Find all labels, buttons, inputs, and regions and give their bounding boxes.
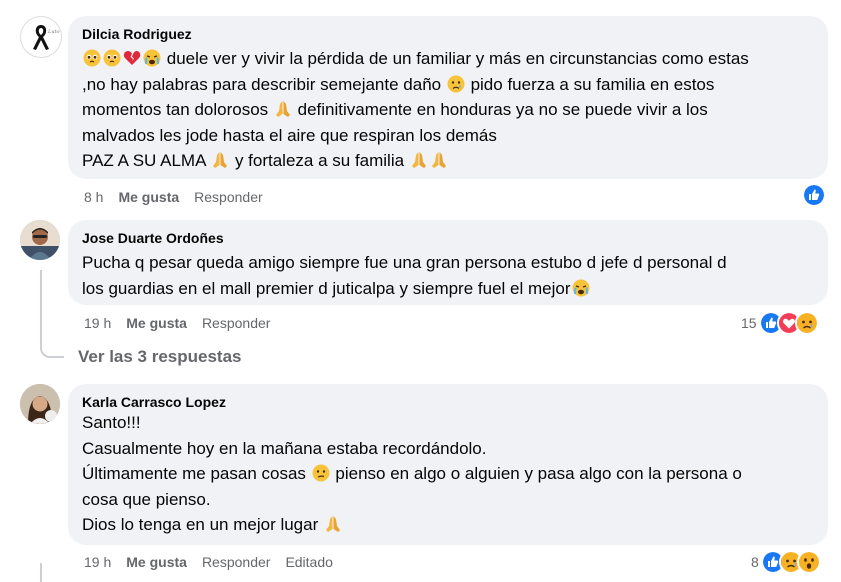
praying-hands-icon — [431, 152, 446, 168]
sad-tear-face-icon — [447, 75, 465, 92]
comment-timestamp[interactable]: 19 h — [84, 315, 111, 331]
praying-hands-icon — [325, 516, 340, 532]
pleading-face-icon — [83, 49, 101, 67]
comment-author[interactable]: Karla Carrasco Lopez — [82, 393, 814, 411]
comment-timestamp[interactable]: 8 h — [84, 189, 103, 205]
comment-actions: 19 h Me gusta Responder — [84, 313, 285, 333]
like-button[interactable]: Me gusta — [126, 315, 187, 331]
confused-face-icon — [312, 464, 330, 482]
comment-timestamp[interactable]: 19 h — [84, 554, 111, 570]
reply-button[interactable]: Responder — [202, 554, 271, 570]
comment-line: ,no hay palabras para describir semejant… — [82, 74, 442, 94]
svg-text:Luto: Luto — [47, 29, 60, 35]
mourning-ribbon-icon: Luto — [22, 18, 60, 56]
comment-line: cosa que pienso. — [82, 489, 211, 509]
reply-button[interactable]: Responder — [202, 315, 271, 331]
comment-line: pido fuerza a su familia en estos — [470, 74, 715, 94]
comment-line: Últimamente me pasan cosas — [82, 464, 306, 483]
profile-photo-icon — [20, 384, 60, 424]
profile-photo-icon — [20, 220, 60, 260]
view-replies-link[interactable]: Ver las 3 respuestas — [78, 347, 242, 367]
comment-text: Pucha q pesar queda amigo siempre fue un… — [82, 250, 814, 301]
wow-reaction-icon — [796, 550, 821, 574]
comment-text: duele ver y vivir la pérdida de un famil… — [82, 46, 814, 174]
comment-line: PAZ A SU ALMA — [82, 151, 206, 170]
broken-heart-icon — [123, 51, 141, 65]
sad-reaction-icon — [794, 311, 819, 335]
comment-line: pienso en algo o alguien y pasa algo con… — [335, 464, 742, 483]
reaction-count: 15 — [741, 315, 757, 331]
comment-line: Dios lo tenga en un mejor lugar — [82, 515, 319, 534]
like-button[interactable]: Me gusta — [126, 554, 187, 570]
thread-elbow — [40, 340, 64, 358]
thread-line — [40, 270, 42, 350]
comment-actions: 8 h Me gusta Responder — [84, 187, 278, 207]
comment-author[interactable]: Dilcia Rodriguez — [82, 25, 814, 43]
comment-line: los guardias en el mall premier d jutica… — [82, 278, 571, 298]
reaction-summary[interactable]: 15 — [741, 311, 819, 335]
comment-line: malvados les jode hasta el aire que resp… — [82, 125, 497, 145]
like-reaction-icon — [802, 183, 826, 207]
comment-bubble: Dilcia Rodriguez duele ver y vivir la pé… — [68, 16, 828, 179]
crying-face-icon — [143, 49, 161, 67]
praying-hands-icon — [213, 152, 228, 168]
reply-button[interactable]: Responder — [194, 189, 263, 205]
comment-line: momentos tan dolorosos — [82, 100, 269, 119]
thread-line — [40, 563, 42, 582]
comment-bubble: Jose Duarte Ordoñes Pucha q pesar queda … — [68, 220, 828, 305]
like-button[interactable]: Me gusta — [118, 189, 179, 205]
comment-line: duele ver y vivir la pérdida de un famil… — [166, 49, 749, 68]
reaction-summary[interactable]: 8 — [751, 550, 821, 574]
reaction-summary[interactable] — [802, 183, 826, 207]
edited-label: Editado — [285, 554, 333, 570]
avatar[interactable] — [20, 220, 60, 260]
avatar[interactable]: Luto — [20, 16, 62, 58]
praying-hands-icon — [275, 101, 290, 117]
praying-hands-icon — [411, 152, 426, 168]
pleading-face-icon — [103, 49, 121, 67]
crying-face-icon — [572, 279, 589, 296]
comment-line: definitivamente en honduras ya no se pue… — [297, 100, 708, 119]
comment-actions: 19 h Me gusta Responder Editado — [84, 552, 348, 572]
avatar[interactable] — [20, 384, 60, 424]
comment-line: Pucha q pesar queda amigo siempre fue un… — [82, 253, 727, 272]
comment-bubble: Karla Carrasco Lopez Santo!!! Casualment… — [68, 384, 828, 545]
comment-line: Santo!!! — [82, 413, 141, 432]
comment-line: y fortaleza a su familia — [234, 151, 405, 170]
comment-author[interactable]: Jose Duarte Ordoñes — [82, 229, 814, 247]
comment-text: Santo!!! Casualmente hoy en la mañana es… — [82, 410, 814, 538]
reaction-count: 8 — [751, 554, 759, 570]
comment-line: Casualmente hoy en la mañana estaba reco… — [82, 438, 487, 458]
